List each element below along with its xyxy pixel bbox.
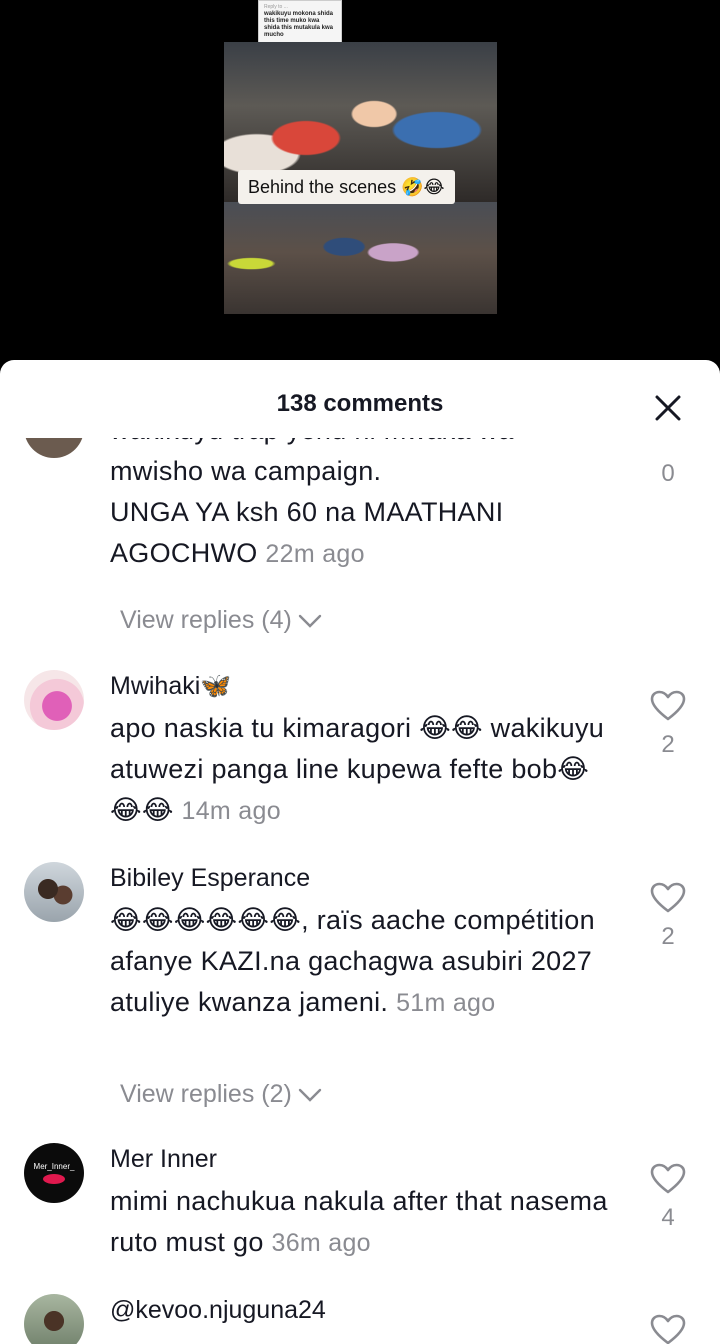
like-count: 4 [661,1204,675,1231]
like-button[interactable]: 2 [648,882,688,951]
close-button[interactable] [650,390,686,426]
heart-icon [650,1163,686,1194]
like-button[interactable]: 0 [648,456,688,488]
heart-icon [650,1314,686,1344]
close-icon [655,395,681,421]
sticker-text: wakikuyu mokona shida this time muko kwa… [264,11,334,38]
comment-count: 138 comments [276,390,444,417]
sheet-header: 138 comments [0,360,720,450]
comment-time: 51m ago [396,989,496,1017]
chevron-down-icon [298,614,322,628]
avatar[interactable]: Mer_Inner_ [24,1143,84,1203]
video-thumbnail: Behind the scenes 🤣😂 [224,42,497,314]
comment-time: 14m ago [181,797,281,825]
comment-author[interactable]: Mer Inner [110,1145,217,1174]
comment-author[interactable]: @kevoo.njuguna24 [110,1296,326,1325]
like-button[interactable] [648,1314,688,1344]
video-caption: Behind the scenes 🤣😂 [238,170,455,204]
comment-text: apo naskia tu kimaragori 😂😂 wakikuyu atu… [110,708,610,832]
view-replies-label: View replies (2) [120,1080,292,1108]
like-count: 2 [661,731,675,758]
like-count: 2 [661,923,675,950]
comment-time: 22m ago [265,540,365,568]
video-player[interactable]: Reply to ... wakikuyu mokona shida this … [0,0,720,360]
video-scene-bottom [224,202,497,314]
avatar-label: Mer_Inner_ [33,1162,75,1171]
avatar[interactable] [24,862,84,922]
avatar[interactable] [24,1294,84,1344]
comment-list[interactable]: wakikuyu trap yenu ni mwaka wa mwisho wa… [0,438,720,1344]
lips-icon [43,1174,65,1184]
comment-time: 36m ago [271,1229,371,1257]
like-button[interactable]: 2 [648,690,688,759]
comment-text: mimi nachukua nakula after that nasema r… [110,1181,610,1264]
comment-text: wakikuyu trap yenu ni mwaka wa mwisho wa… [110,438,610,575]
view-replies-button[interactable]: View replies (2) [120,1080,322,1109]
comment-text-content: 😂😂😂😂😂😂, raïs aache compétition afanye KA… [110,905,595,1017]
comment-author[interactable]: Bibiley Esperance [110,864,310,893]
heart-icon [650,690,686,721]
like-count: 0 [661,460,675,487]
comment-author[interactable]: Mwihaki🦋 [110,672,231,701]
comments-sheet: 138 comments wakikuyu trap yenu ni mwaka… [0,360,720,1344]
comment-text: 😂😂😂😂😂😂, raïs aache compétition afanye KA… [110,900,610,1024]
avatar[interactable] [24,438,84,458]
view-replies-button[interactable]: View replies (4) [120,606,322,635]
heart-icon [650,882,686,913]
avatar[interactable] [24,670,84,730]
sticker-header: Reply to ... [264,4,288,10]
like-button[interactable]: 4 [648,1163,688,1232]
chevron-down-icon [298,1088,322,1102]
view-replies-label: View replies (4) [120,606,292,634]
